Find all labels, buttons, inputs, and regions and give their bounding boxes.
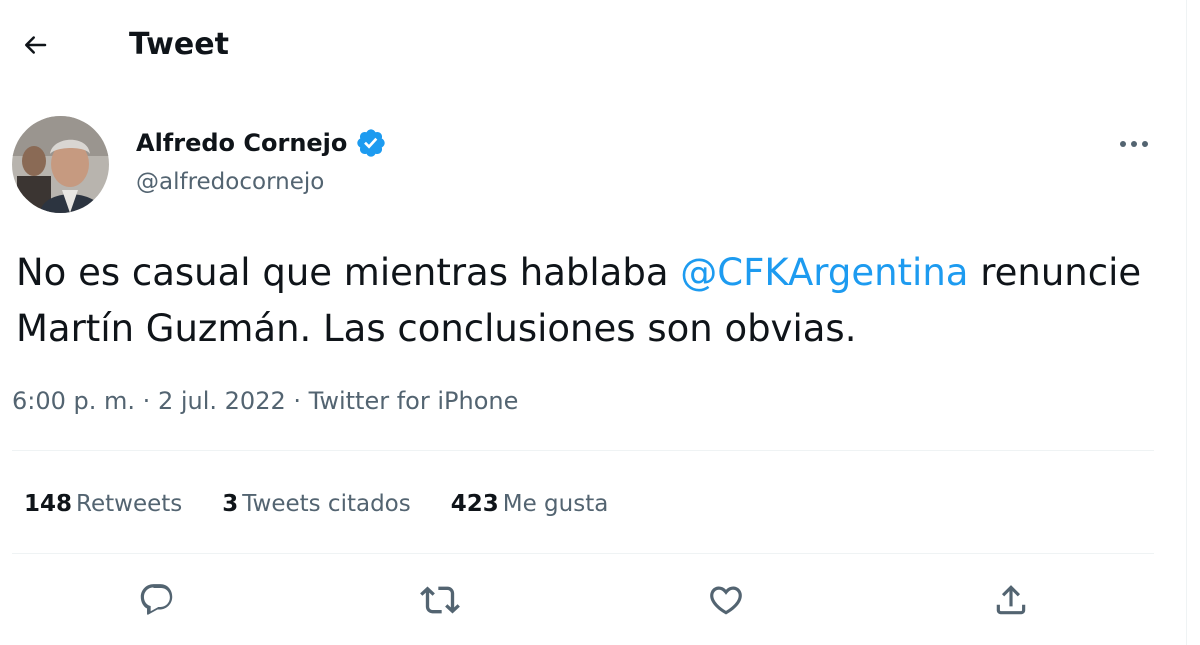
verified-badge-icon [357,129,386,157]
tweet-meta: 6:00 p. m. · 2 jul. 2022 · Twitter for i… [12,381,518,421]
likes-count: 423 [450,491,499,517]
share-icon [996,585,1026,615]
reply-button[interactable] [131,574,183,626]
tweet-source-link[interactable]: Twitter for iPhone [309,387,519,415]
page-title: Tweet [129,27,229,62]
likes-label: Me gusta [502,491,609,517]
retweet-button[interactable] [414,574,466,626]
header: Tweet [0,0,1186,92]
more-options-button[interactable] [1110,124,1158,164]
tweet-stats: 148 Retweets 3 Tweets citados 423 Me gusta [24,484,648,524]
quote-tweets-count: 3 [222,491,239,517]
quote-tweets-label: Tweets citados [242,491,411,517]
divider [12,553,1154,554]
meta-separator: · [293,387,302,415]
tweet-time-link[interactable]: 6:00 p. m. · 2 jul. 2022 [12,387,286,415]
retweets-label: Retweets [76,491,183,517]
tweet-page: Tweet Alfredo Cornejo @alfredocornejo No… [0,0,1200,645]
tweet-time: 6:00 p. m. [12,387,136,415]
author-name: Alfredo Cornejo [136,129,348,157]
reply-icon [140,584,173,615]
tweet-date: 2 jul. 2022 [157,387,286,415]
avatar[interactable] [12,116,109,213]
divider [12,450,1154,451]
column-border [1186,0,1187,645]
quote-tweets-stat[interactable]: 3 Tweets citados [222,484,410,524]
retweets-count: 148 [24,491,73,517]
likes-stat[interactable]: 423 Me gusta [451,484,609,524]
more-horizontal-icon [1120,141,1148,147]
like-button[interactable] [700,574,752,626]
tweet-text: No es casual que mientras hablaba @CFKAr… [16,245,1166,357]
author-name-link[interactable]: Alfredo Cornejo [136,126,387,160]
meta-separator: · [142,387,151,415]
mention-link[interactable]: @CFKArgentina [680,251,968,294]
retweet-icon [420,586,460,614]
heart-icon [710,586,742,615]
retweets-stat[interactable]: 148 Retweets [24,484,182,524]
tweet-actions [0,566,1186,630]
back-button[interactable] [10,20,60,70]
author-handle[interactable]: @alfredocornejo [136,166,324,198]
tweet-text-part: No es casual que mientras hablaba [16,251,681,294]
arrow-left-icon [25,36,47,54]
share-button[interactable] [985,574,1037,626]
avatar-photo [12,116,109,213]
